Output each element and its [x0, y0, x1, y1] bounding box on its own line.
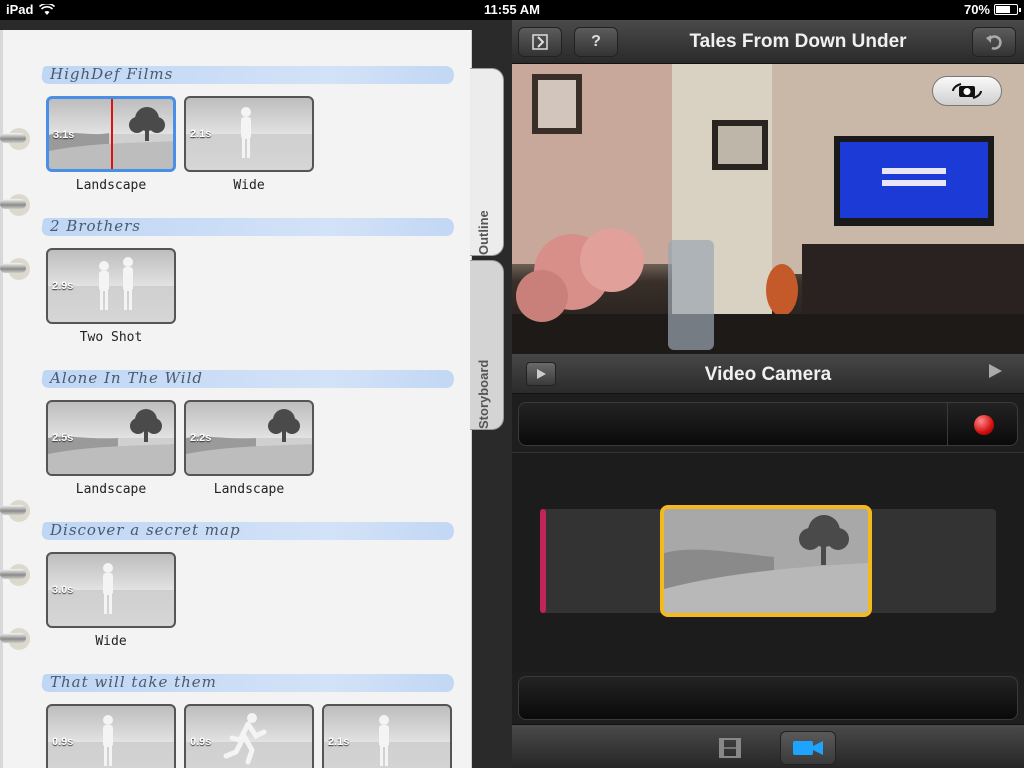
camera-source-bar: Video Camera — [512, 354, 1024, 394]
status-bar: iPad 11:55 AM 70% — [0, 0, 1024, 20]
export-button[interactable] — [518, 27, 562, 57]
record-bar — [518, 402, 1018, 446]
shot-item[interactable]: 0.9s — [184, 704, 314, 768]
shot-duration: 0.9s — [190, 736, 212, 748]
shot-label: Landscape — [75, 178, 147, 193]
bottom-toolbar — [512, 724, 1024, 768]
shot-duration: 3.1s — [53, 129, 75, 141]
section-header[interactable]: That will take them — [40, 668, 456, 694]
record-button[interactable] — [974, 415, 994, 435]
shot-thumbnail[interactable]: 0.9s — [184, 704, 314, 768]
undo-button[interactable] — [972, 27, 1016, 57]
shot-duration: 2.1s — [328, 736, 350, 748]
film-strip-icon — [719, 738, 741, 758]
shot-item[interactable]: 3.1s Landscape — [46, 96, 176, 193]
section-title: That will take them — [50, 673, 217, 691]
shot-item[interactable]: 2.1s Wide — [184, 96, 314, 193]
shot-thumbnail[interactable]: 2.1s — [184, 96, 314, 172]
camera-scene — [512, 64, 1024, 354]
shot-duration: 0.9s — [52, 736, 74, 748]
playhead — [111, 99, 113, 169]
camera-flip-icon — [952, 83, 982, 99]
project-title: Tales From Down Under — [689, 31, 907, 52]
section-title: Alone In The Wild — [50, 369, 203, 387]
shot-label: Landscape — [213, 482, 285, 497]
tab-storyboard[interactable]: Storyboard — [470, 260, 504, 430]
next-icon — [989, 364, 1002, 378]
binder-rings — [0, 20, 30, 768]
shot-thumbnail[interactable]: 2.9s — [46, 248, 176, 324]
binder-ring — [0, 256, 30, 282]
outline-notebook: HighDef Films 3.1s Landscape 2.1s Wide 2… — [0, 20, 512, 768]
camera-pane: ? Tales From Down Under Video Camera — [512, 20, 1024, 768]
camera-preview[interactable] — [512, 64, 1024, 354]
shot-item[interactable]: 2.1s — [322, 704, 452, 768]
clips-button[interactable] — [702, 731, 758, 765]
record-divider — [947, 403, 948, 445]
play-button[interactable] — [526, 362, 556, 386]
shot-duration: 2.5s — [52, 432, 74, 444]
audio-track[interactable] — [518, 676, 1018, 720]
next-source-button[interactable] — [986, 362, 1004, 386]
battery-icon — [994, 4, 1021, 15]
video-camera-icon — [793, 741, 823, 755]
timeline-clip[interactable] — [660, 505, 872, 617]
shot-label: Landscape — [75, 482, 147, 497]
section-title: 2 Brothers — [50, 217, 141, 235]
section-header[interactable]: Discover a secret map — [40, 516, 456, 542]
shot-duration: 2.9s — [52, 280, 74, 292]
section-title: HighDef Films — [50, 65, 174, 83]
shot-label: Wide — [95, 634, 127, 649]
shot-thumbnail[interactable]: 2.5s — [46, 400, 176, 476]
help-button[interactable]: ? — [574, 27, 618, 57]
shot-duration: 2.2s — [190, 432, 212, 444]
flip-camera-button[interactable] — [932, 76, 1002, 106]
camera-source-label: Video Camera — [704, 364, 832, 385]
tab-outline[interactable]: Outline — [470, 68, 504, 256]
shot-item[interactable]: 3.0s Wide — [46, 552, 176, 649]
camera-mode-button[interactable] — [780, 731, 836, 765]
tab-label: Outline — [476, 210, 491, 255]
section-title: Discover a secret map — [50, 521, 241, 539]
help-icon: ? — [591, 33, 601, 50]
top-toolbar: ? Tales From Down Under — [512, 20, 1024, 64]
shot-label: Wide — [233, 178, 265, 193]
binder-ring — [0, 498, 30, 524]
notebook-page: HighDef Films 3.1s Landscape 2.1s Wide 2… — [0, 30, 472, 768]
binder-ring — [0, 192, 30, 218]
export-icon — [532, 34, 548, 50]
timeline-marker[interactable] — [540, 509, 546, 613]
shot-duration: 2.1s — [190, 128, 212, 140]
timeline-track[interactable] — [540, 505, 996, 617]
binder-ring — [0, 562, 30, 588]
clock: 11:55 AM — [484, 2, 540, 17]
shot-item[interactable]: 2.9s Two Shot — [46, 248, 176, 345]
battery-percent: 70% — [963, 2, 990, 17]
binder-ring — [0, 126, 30, 152]
play-icon — [537, 369, 546, 379]
shot-thumbnail[interactable]: 3.1s — [46, 96, 176, 172]
shot-thumbnail[interactable]: 0.9s — [46, 704, 176, 768]
shot-item[interactable]: 0.9s — [46, 704, 176, 768]
section-header[interactable]: Alone In The Wild — [40, 364, 456, 390]
timeline-area — [512, 452, 1024, 672]
shot-duration: 3.0s — [52, 584, 74, 596]
landscape-icon — [664, 509, 868, 613]
shot-item[interactable]: 2.2s Landscape — [184, 400, 314, 497]
shot-thumbnail[interactable]: 2.1s — [322, 704, 452, 768]
shot-thumbnail[interactable]: 2.2s — [184, 400, 314, 476]
undo-icon — [986, 35, 1002, 50]
section-header[interactable]: 2 Brothers — [40, 212, 456, 238]
shot-label: Two Shot — [79, 330, 143, 345]
binder-ring — [0, 626, 30, 652]
shot-thumbnail[interactable]: 3.0s — [46, 552, 176, 628]
shot-item[interactable]: 2.5s Landscape — [46, 400, 176, 497]
tab-label: Storyboard — [476, 359, 491, 429]
section-header[interactable]: HighDef Films — [40, 60, 456, 86]
